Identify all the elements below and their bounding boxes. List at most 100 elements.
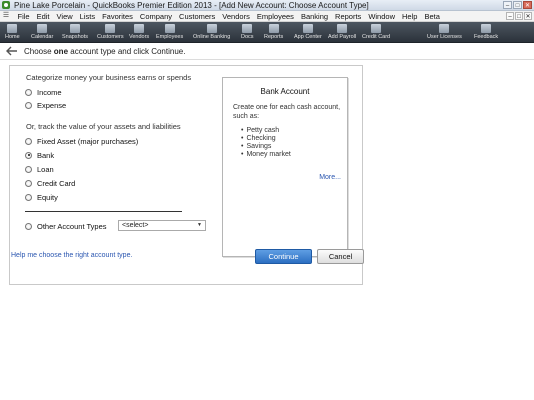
- doc-minimize-button[interactable]: –: [506, 12, 514, 20]
- menu-customers[interactable]: Customers: [176, 12, 219, 21]
- chevron-down-icon: ▼: [197, 222, 202, 228]
- info-list-item: Checking: [241, 135, 291, 143]
- expense-label: Expense: [37, 100, 67, 110]
- iconbar-app-center[interactable]: App Center: [294, 22, 322, 43]
- add-payroll-icon: [337, 24, 348, 33]
- snapshots-icon: [70, 24, 80, 33]
- app-center-icon: [302, 24, 313, 33]
- back-arrow-icon[interactable]: [5, 46, 19, 57]
- doc-restore-button[interactable]: □: [515, 12, 523, 20]
- menu-employees[interactable]: Employees: [253, 12, 297, 21]
- option-bank[interactable]: Bank: [25, 150, 54, 160]
- document-menu-icon[interactable]: ☰: [2, 12, 10, 20]
- docs-icon: [242, 24, 253, 33]
- other-account-types-label: Other Account Types: [37, 221, 107, 231]
- info-description: Create one for each cash account, such a…: [233, 104, 341, 120]
- section-heading-earn-spend: Categorize money your business earns or …: [26, 73, 192, 82]
- info-title: Bank Account: [260, 87, 310, 96]
- iconbar-customers[interactable]: Customers: [97, 22, 124, 43]
- iconbar-employees[interactable]: Employees: [156, 22, 183, 43]
- menu-bar: ☰ File Edit View Lists Favorites Company…: [0, 11, 534, 22]
- menu-window[interactable]: Window: [365, 12, 399, 21]
- option-equity[interactable]: Equity: [25, 192, 58, 202]
- minimize-button[interactable]: –: [503, 1, 512, 9]
- loan-label: Loan: [37, 164, 54, 174]
- iconbar-user-licenses[interactable]: User Licenses: [427, 22, 462, 43]
- loan-radio[interactable]: [25, 165, 32, 173]
- dialog-instruction: Choose one account type and click Contin…: [24, 46, 186, 56]
- home-icon: [7, 24, 18, 33]
- iconbar-vendors[interactable]: Vendors: [129, 22, 149, 43]
- fixed-asset-radio[interactable]: [25, 137, 32, 145]
- fixed-asset-label: Fixed Asset (major purchases): [37, 136, 139, 146]
- account-info-box: Bank Account Create one for each cash ac…: [222, 77, 348, 257]
- dialog-header: Choose one account type and click Contin…: [0, 43, 534, 60]
- credit-card-label: Credit Card: [37, 178, 76, 188]
- info-list: Petty cash Checking Savings Money market: [241, 127, 291, 159]
- income-label: Income: [37, 87, 62, 97]
- help-choose-account-type-link[interactable]: Help me choose the right account type.: [11, 252, 132, 259]
- option-income[interactable]: Income: [25, 87, 62, 97]
- continue-button[interactable]: Continue: [255, 249, 312, 264]
- menu-help[interactable]: Help: [399, 12, 421, 21]
- equity-label: Equity: [37, 192, 58, 202]
- add-new-account-dialog: Choose one account type and click Contin…: [0, 43, 534, 400]
- option-other-account-types[interactable]: Other Account Types: [25, 221, 107, 231]
- select-value: <select>: [122, 222, 149, 229]
- calendar-icon: [37, 24, 48, 33]
- info-list-item: Savings: [241, 143, 291, 151]
- iconbar-calendar[interactable]: Calendar: [31, 22, 53, 43]
- more-link[interactable]: More...: [319, 174, 341, 181]
- vendors-icon: [134, 24, 145, 33]
- menu-company[interactable]: Company: [136, 12, 175, 21]
- maximize-button[interactable]: □: [513, 1, 522, 9]
- iconbar-feedback[interactable]: Feedback: [474, 22, 498, 43]
- iconbar-reports[interactable]: Reports: [264, 22, 283, 43]
- quickbooks-logo-icon: [2, 1, 10, 9]
- iconbar-online-banking[interactable]: Online Banking: [193, 22, 230, 43]
- menu-view[interactable]: View: [53, 12, 76, 21]
- close-button[interactable]: ✕: [523, 1, 532, 9]
- menu-banking[interactable]: Banking: [297, 12, 331, 21]
- option-loan[interactable]: Loan: [25, 164, 54, 174]
- option-fixed-asset[interactable]: Fixed Asset (major purchases): [25, 136, 138, 146]
- menu-lists[interactable]: Lists: [76, 12, 98, 21]
- customers-icon: [105, 24, 116, 33]
- menu-edit[interactable]: Edit: [33, 12, 53, 21]
- other-account-type-select[interactable]: <select> ▼: [118, 220, 206, 231]
- section-heading-assets-liabilities: Or, track the value of your assets and l…: [26, 122, 181, 131]
- menu-file[interactable]: File: [14, 12, 33, 21]
- other-account-types-radio[interactable]: [25, 222, 32, 230]
- icon-bar: Home Calendar Snapshots Customers Vendor…: [0, 22, 534, 43]
- menu-vendors[interactable]: Vendors: [219, 12, 254, 21]
- menu-reports[interactable]: Reports: [332, 12, 365, 21]
- credit-card-icon: [371, 24, 382, 33]
- iconbar-snapshots[interactable]: Snapshots: [62, 22, 88, 43]
- employees-icon: [164, 24, 175, 33]
- iconbar-docs[interactable]: Docs: [241, 22, 254, 43]
- bank-label: Bank: [37, 150, 55, 160]
- info-list-item: Money market: [241, 151, 290, 159]
- option-expense[interactable]: Expense: [25, 100, 66, 110]
- document-window-controls: – □ ✕: [506, 12, 532, 20]
- info-list-item: Petty cash: [241, 127, 291, 135]
- online-banking-icon: [206, 24, 217, 33]
- menu-favorites[interactable]: Favorites: [99, 12, 137, 21]
- menu-beta[interactable]: Beta: [421, 12, 443, 21]
- expense-radio[interactable]: [25, 101, 32, 109]
- feedback-icon: [481, 24, 492, 33]
- doc-close-button[interactable]: ✕: [524, 12, 532, 20]
- option-credit-card[interactable]: Credit Card: [25, 178, 75, 188]
- iconbar-home[interactable]: Home: [5, 22, 20, 43]
- equity-radio[interactable]: [25, 193, 32, 201]
- reports-icon: [268, 24, 279, 33]
- iconbar-add-payroll[interactable]: Add Payroll: [328, 22, 356, 43]
- income-radio[interactable]: [25, 88, 32, 96]
- bank-radio[interactable]: [25, 151, 32, 159]
- window-controls: – □ ✕: [503, 1, 532, 9]
- title-bar: Pine Lake Porcelain - QuickBooks Premier…: [0, 0, 534, 11]
- user-licenses-icon: [439, 24, 450, 33]
- iconbar-credit-card[interactable]: Credit Card: [362, 22, 390, 43]
- credit-card-radio[interactable]: [25, 179, 32, 187]
- cancel-button[interactable]: Cancel: [317, 249, 364, 264]
